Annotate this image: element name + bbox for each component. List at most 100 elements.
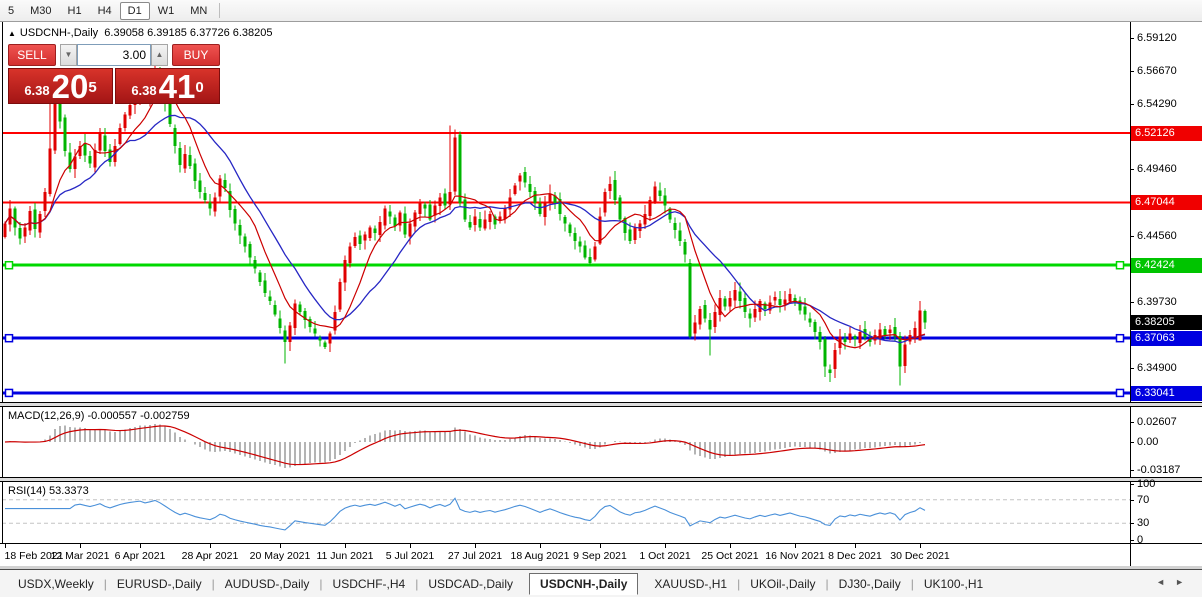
candle-body — [243, 236, 247, 247]
candle-body — [638, 223, 642, 231]
candle-body — [98, 132, 102, 151]
chart-tab-ukoildaily[interactable]: UKOil-,Daily — [740, 573, 825, 595]
candle-body — [663, 195, 667, 206]
volume-decrease-button[interactable]: ▼ — [59, 44, 77, 66]
rsi-line — [5, 497, 926, 531]
one-click-trading-widget: SELL ▼ ▲ BUY 6.38 20 5 6.38 41 0 — [8, 44, 220, 104]
buy-price-big: 41 — [158, 68, 196, 105]
candle-body — [383, 208, 387, 226]
candle-body — [693, 322, 697, 334]
date-tick-mark — [665, 544, 666, 548]
timeframe-button-h4[interactable]: H4 — [90, 2, 120, 20]
candle-body — [743, 297, 747, 312]
hline-handle[interactable] — [4, 260, 14, 270]
candle-body — [613, 179, 617, 201]
candle-body — [538, 203, 542, 214]
candle-body — [678, 230, 682, 242]
candle-body — [548, 193, 552, 203]
timeframe-button-h1[interactable]: H1 — [60, 2, 90, 20]
price-tick-mark — [1130, 302, 1134, 303]
hline-handle[interactable] — [1115, 260, 1125, 270]
candle-body — [468, 222, 472, 228]
timeframe-button-w1[interactable]: W1 — [150, 2, 183, 20]
candle-body — [513, 185, 517, 194]
candle-body — [543, 202, 547, 217]
date-tick-mark — [795, 544, 796, 548]
candle-body — [408, 223, 412, 237]
sell-price-big: 20 — [51, 68, 89, 105]
date-tick-mark — [5, 544, 6, 548]
panel-splitter[interactable] — [0, 402, 1202, 407]
chart-ohlc-values: 6.39058 6.39185 6.37726 6.38205 — [104, 27, 273, 39]
volume-input[interactable] — [77, 44, 151, 66]
candle-body — [528, 184, 532, 193]
candle-body — [343, 260, 347, 283]
candle-body — [18, 227, 22, 239]
date-tick-mark — [540, 544, 541, 548]
timeframe-button-d1[interactable]: D1 — [119, 1, 150, 20]
candle-body — [308, 318, 312, 327]
date-tick-label: 9 Sep 2021 — [573, 550, 627, 562]
date-tick-label: 16 Nov 2021 — [765, 550, 825, 562]
timeframe-button-mn[interactable]: MN — [182, 2, 215, 20]
chart-tab-dj30daily[interactable]: DJ30-,Daily — [829, 573, 911, 595]
candle-body — [388, 211, 392, 217]
candle-body — [353, 236, 357, 246]
candle-body — [88, 155, 92, 164]
date-tick-mark — [280, 544, 281, 548]
buy-button[interactable]: BUY — [172, 44, 220, 66]
price-tick-mark — [1130, 104, 1134, 105]
date-tick-label: 18 Aug 2021 — [510, 550, 570, 562]
hline-handle[interactable] — [4, 388, 14, 398]
candle-body — [823, 338, 827, 367]
collapse-arrow-icon[interactable]: ▲ — [8, 29, 16, 38]
candle-body — [713, 311, 717, 327]
chart-tab-audusddaily[interactable]: AUDUSD-,Daily — [215, 573, 320, 595]
candle-body — [698, 309, 702, 325]
buy-price-small: 6.38 — [131, 83, 157, 98]
candle-body — [123, 114, 127, 129]
buy-price-panel[interactable]: 6.38 41 0 — [115, 68, 220, 104]
panel-splitter[interactable] — [0, 477, 1202, 482]
candle-body — [728, 298, 732, 307]
candle-body — [518, 175, 522, 182]
hline-handle[interactable] — [1115, 333, 1125, 343]
candle-body — [348, 246, 352, 263]
rsi-indicator-panel[interactable] — [0, 482, 1130, 543]
candle-body — [738, 291, 742, 301]
macd-tick-mark — [1130, 422, 1134, 423]
chart-tab-uk100h1[interactable]: UK100-,H1 — [914, 573, 993, 595]
chart-tab-eurusddaily[interactable]: EURUSD-,Daily — [107, 573, 212, 595]
tab-scroll-arrows[interactable]: ◄► — [1156, 577, 1194, 587]
chart-tab-usdxweekly[interactable]: USDX,Weekly — [8, 573, 104, 595]
volume-increase-button[interactable]: ▲ — [151, 44, 169, 66]
hline-handle[interactable] — [4, 333, 14, 343]
date-tick-mark — [410, 544, 411, 548]
sell-price-panel[interactable]: 6.38 20 5 — [8, 68, 113, 104]
chart-tab-usdchfh4[interactable]: USDCHF-,H4 — [323, 573, 416, 595]
candle-body — [858, 332, 862, 343]
timeframe-button-m30[interactable]: M30 — [22, 2, 59, 20]
chart-tab-usdcnhdaily[interactable]: USDCNH-,Daily — [529, 573, 639, 595]
candle-body — [258, 272, 262, 282]
hline-handle[interactable] — [1115, 388, 1125, 398]
candle-body — [453, 137, 457, 192]
candle-body — [368, 227, 372, 239]
candle-body — [833, 349, 837, 370]
chart-tab-xauusdh1[interactable]: XAUUSD-,H1 — [644, 573, 737, 595]
date-tick-label: 20 May 2021 — [249, 550, 311, 562]
candle-body — [808, 318, 812, 323]
macd-tick-mark — [1130, 442, 1134, 443]
candle-body — [773, 296, 777, 301]
candle-body — [268, 296, 272, 301]
sell-button[interactable]: SELL — [8, 44, 56, 66]
candle-body — [33, 209, 37, 229]
candle-body — [673, 223, 677, 231]
chart-tab-usdcaddaily[interactable]: USDCAD-,Daily — [418, 573, 523, 595]
timeframe-button-5[interactable]: 5 — [0, 2, 22, 20]
candle-body — [778, 299, 782, 306]
candle-body — [878, 329, 882, 339]
candle-body — [788, 294, 792, 302]
price-tick-mark — [1130, 169, 1134, 170]
candle-body — [843, 338, 847, 342]
